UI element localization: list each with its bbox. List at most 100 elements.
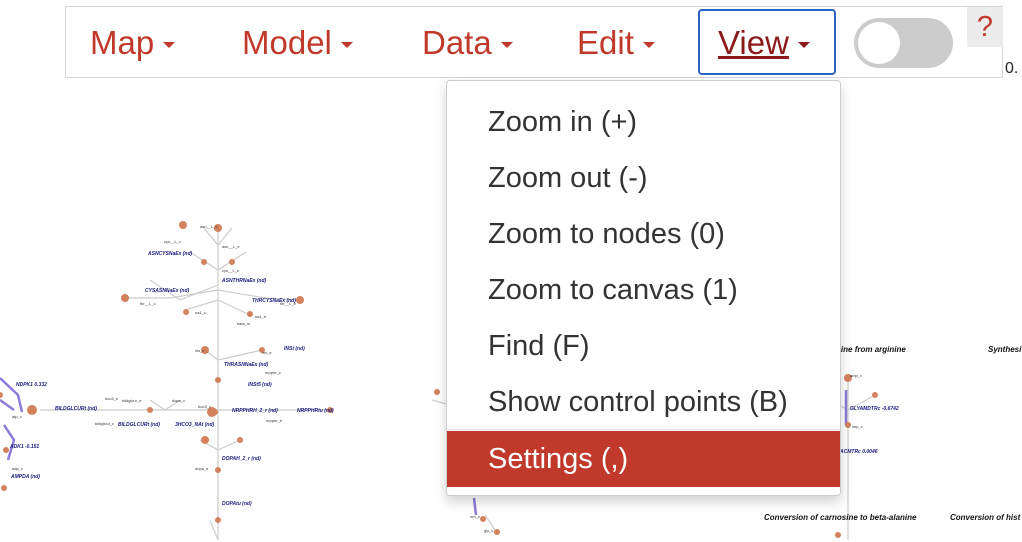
metabolite-label: bala_m <box>237 321 251 326</box>
metabolite-node[interactable] <box>296 296 304 304</box>
menu-item-zoom-in[interactable]: Zoom in (+) <box>447 94 840 150</box>
metabolite-label: asn__L_c <box>200 224 217 229</box>
metabolite-node[interactable] <box>3 447 9 453</box>
map-menu-label: Map <box>90 24 155 61</box>
metabolite-node[interactable] <box>872 392 878 398</box>
metabolite-label: thr__L_c <box>140 301 156 306</box>
menu-item-label: Zoom to canvas (1) <box>488 273 738 306</box>
metabolite-label: cys__L_c <box>164 239 181 244</box>
map-section-title: Synthesi <box>988 345 1022 354</box>
metabolite-node[interactable] <box>27 405 37 415</box>
reaction-label: CYSASNNaEx (nd) <box>145 288 190 294</box>
menu-item-label: Find (F) <box>488 329 590 362</box>
menu-item-zoom-out[interactable]: Zoom out (-) <box>447 150 840 206</box>
menu-item-zoom-to-canvas[interactable]: Zoom to canvas (1) <box>447 262 840 318</box>
metabolite-label: ins_e <box>262 350 272 355</box>
metabolite-label: nrpphr_c <box>265 370 281 375</box>
menu-item-show-control-points[interactable]: Show control points (B) <box>447 374 840 430</box>
mode-toggle[interactable] <box>854 18 953 68</box>
metabolite-node[interactable] <box>0 392 3 398</box>
menu-item-label: Zoom in (+) <box>488 105 638 138</box>
metabolite-node[interactable] <box>147 407 153 413</box>
metabolite-node[interactable] <box>434 389 440 395</box>
view-dropdown-menu: Zoom in (+) Zoom out (-) Zoom to nodes (… <box>446 80 841 496</box>
reaction-label: NRPPHRtu (nd) <box>297 408 334 414</box>
reaction-label: INSt (nd) <box>284 346 305 352</box>
view-menu[interactable]: View <box>718 7 810 79</box>
metabolite-label: orn_c <box>470 514 480 519</box>
metabolite-node[interactable] <box>247 311 253 317</box>
menu-item-label: Settings (,) <box>488 442 629 475</box>
reaction-label: AMPDA (nd) <box>10 474 40 480</box>
help-icon: ? <box>976 10 994 43</box>
caret-down-icon <box>642 42 655 48</box>
menu-item-label: Show control points (B) <box>488 385 788 418</box>
metabolite-node[interactable] <box>494 529 500 535</box>
reaction-label: BILDGLCURt (nd) <box>118 422 160 428</box>
metabolite-label: cys__L_e <box>222 268 240 273</box>
metabolite-node[interactable] <box>215 467 221 473</box>
reaction-label: GLYAMDTRc -0.6742 <box>850 406 899 412</box>
menu-item-zoom-to-nodes[interactable]: Zoom to nodes (0) <box>447 206 840 262</box>
metabolite-label: atp_c <box>12 414 22 419</box>
metabolite-label: imp_c <box>852 424 863 429</box>
zoom-readout: 0. <box>1005 60 1019 77</box>
caret-down-icon <box>797 42 810 48</box>
metabolite-label: asn__L_e <box>222 244 240 249</box>
metabolite-node[interactable] <box>480 516 486 522</box>
help-button[interactable]: ? <box>967 7 1003 47</box>
metabolite-label: bildglcur_c <box>95 421 114 426</box>
metabolite-node[interactable] <box>835 532 841 538</box>
reaction-label: ADK1 -0.151 <box>9 444 39 450</box>
reaction-label: NRPPHRH_2_r (nd) <box>232 408 278 414</box>
reaction-label: ACMTRc 0.0046 <box>839 449 878 455</box>
caret-down-icon <box>340 42 353 48</box>
edit-menu-label: Edit <box>577 24 634 61</box>
menu-item-label: Zoom out (-) <box>488 161 648 194</box>
reaction-label: THRASNNaEx (nd) <box>224 362 269 368</box>
metabolite-node[interactable] <box>201 436 209 444</box>
metabolite-label: amp_c <box>850 373 862 378</box>
metabolite-label: na1_c <box>195 310 206 315</box>
menu-divider <box>447 429 840 430</box>
metabolite-label: gly_c <box>484 528 493 533</box>
metabolite-label: nrpphr_e <box>266 418 283 423</box>
map-section-title: Conversion of carnosine to beta-alanine <box>764 513 917 522</box>
metabolite-label: hco3_e <box>105 396 119 401</box>
reaction-label: BILDGLCURt (nd) <box>55 406 97 412</box>
reaction-label: NDPK1 0.332 <box>16 382 47 388</box>
metabolite-node[interactable] <box>215 517 221 523</box>
menu-item-settings[interactable]: Settings (,) <box>447 431 840 487</box>
metabolite-label: na1_e <box>255 314 267 319</box>
reaction-label: DOPAH_2_r (nd) <box>222 456 261 462</box>
model-menu[interactable]: Model <box>242 7 353 79</box>
metabolite-node[interactable] <box>845 422 851 428</box>
metabolite-node[interactable] <box>121 294 129 302</box>
metabolite-node[interactable] <box>215 377 221 383</box>
caret-down-icon <box>500 42 513 48</box>
map-menu[interactable]: Map <box>90 7 176 79</box>
metabolite-node[interactable] <box>212 409 218 415</box>
metabolite-label: hco3_c <box>198 404 211 409</box>
view-menu-label: View <box>718 24 789 61</box>
reaction-label: ASNTHRNaEx (nd) <box>221 278 267 284</box>
reaction-label: ASNCYSNaEx (nd) <box>147 251 193 257</box>
metabolite-node[interactable] <box>229 259 235 265</box>
toggle-knob <box>858 22 900 64</box>
reaction-label: DOPAtu (nd) <box>222 501 252 507</box>
menu-bar: Map Model Data Edit View ? <box>65 6 1003 78</box>
metabolite-label: adp_c <box>12 466 23 471</box>
metabolite-node[interactable] <box>237 437 243 443</box>
metabolite-node[interactable] <box>1 485 7 491</box>
metabolite-label: dopa_e <box>195 466 209 471</box>
edit-menu[interactable]: Edit <box>577 7 655 79</box>
metabolite-node[interactable] <box>183 309 189 315</box>
metabolite-label: dopa_c <box>172 398 185 403</box>
reaction-label: 3HCO3_NAt (nd) <box>175 422 215 428</box>
metabolite-node[interactable] <box>179 221 187 229</box>
caret-down-icon <box>163 42 176 48</box>
metabolite-node[interactable] <box>201 259 207 265</box>
menu-item-find[interactable]: Find (F) <box>447 318 840 374</box>
data-menu[interactable]: Data <box>422 7 513 79</box>
map-section-title: Conversion of hist <box>950 513 1021 522</box>
